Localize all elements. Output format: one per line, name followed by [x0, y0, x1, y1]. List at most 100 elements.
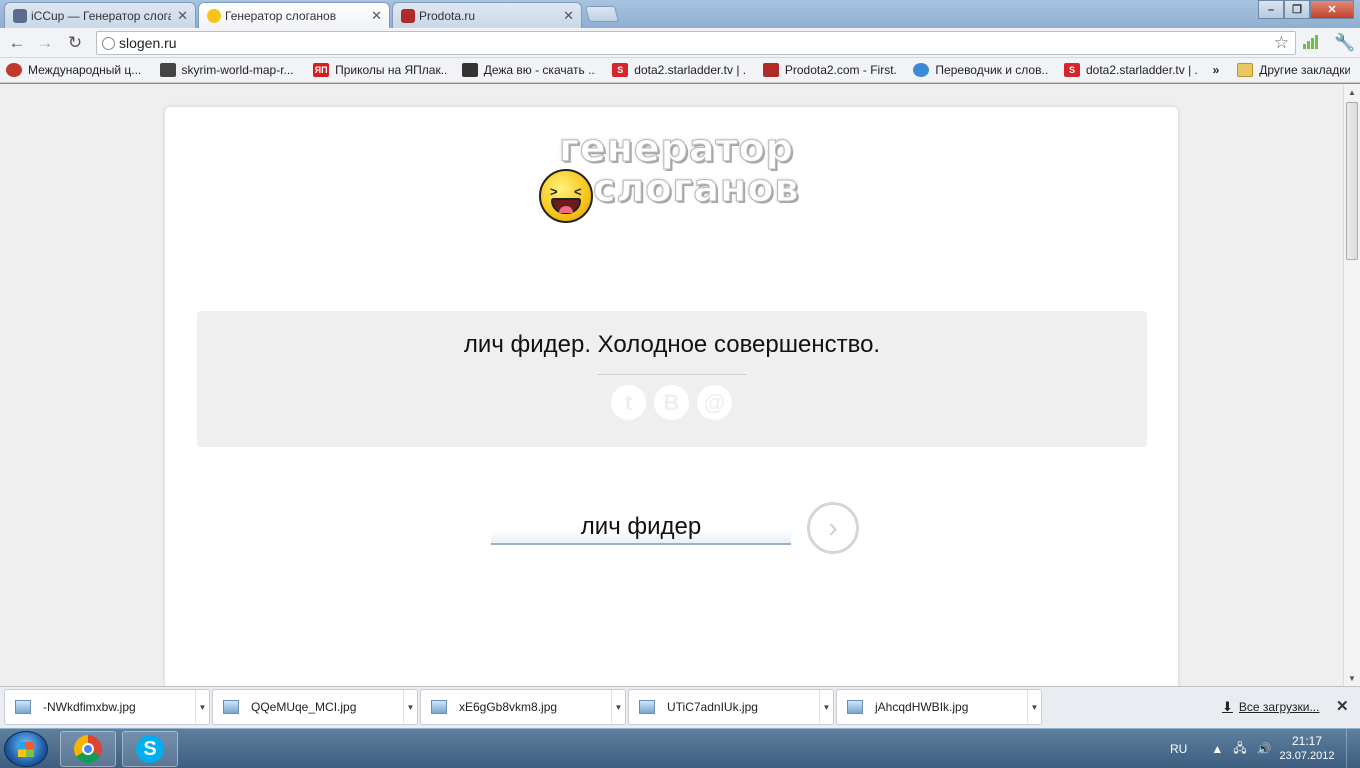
film-icon	[461, 63, 478, 77]
generate-button[interactable]: ›	[807, 502, 859, 554]
download-item[interactable]: -NWkdfimxbw.jpg ▼	[4, 689, 210, 725]
twitter-share-icon[interactable]: t	[611, 385, 646, 420]
iccup-icon	[13, 9, 27, 23]
signal-extension-icon[interactable]	[1303, 35, 1318, 49]
download-filename: UTiC7adnIUk.jpg	[667, 700, 758, 714]
tab-prodota[interactable]: Prodota.ru ✕	[392, 2, 582, 28]
close-window-button[interactable]: ✕	[1310, 0, 1354, 19]
address-url: slogen.ru	[119, 35, 177, 51]
close-shelf-icon[interactable]: ✕	[1336, 697, 1349, 715]
vkontakte-share-icon[interactable]: B	[654, 385, 689, 420]
tab-slogan-generator[interactable]: Генератор слоганов ✕	[198, 2, 390, 28]
volume-icon[interactable]: 🔊	[1257, 742, 1272, 756]
new-tab-button[interactable]	[584, 6, 620, 22]
folder-icon	[1237, 63, 1254, 77]
minimize-button[interactable]: –	[1258, 0, 1284, 19]
bookmark-item[interactable]: ЯП Приколы на ЯПлак...	[307, 63, 446, 77]
tab-iccup[interactable]: iCCup — Генератор слоганов ✕	[4, 2, 196, 28]
back-icon[interactable]: ←	[6, 32, 28, 54]
wrench-icon[interactable]: 🔧	[1334, 32, 1356, 54]
taskbar-chrome[interactable]	[60, 731, 116, 767]
mailru-share-icon[interactable]: @	[697, 385, 732, 420]
bookmark-item[interactable]: Международный ц...	[0, 63, 144, 77]
scrollbar-thumb[interactable]	[1346, 102, 1358, 260]
yap-icon: ЯП	[313, 63, 330, 77]
gamepad-icon	[159, 63, 176, 77]
opera-icon	[6, 63, 22, 77]
prodota-icon	[762, 63, 779, 77]
bookmark-star-icon[interactable]: ☆	[1274, 33, 1289, 53]
bookmark-item[interactable]: S dota2.starladder.tv | ...	[606, 63, 747, 77]
bookmark-item[interactable]: skyrim-world-map-r...	[154, 63, 298, 77]
bookmark-item[interactable]: Prodota2.com - First...	[757, 63, 898, 77]
divider	[597, 374, 747, 375]
bookmark-label: dota2.starladder.tv | ...	[634, 63, 747, 77]
bookmark-label: dota2.starladder.tv | ...	[1086, 63, 1199, 77]
laughing-smiley-icon: > <	[539, 169, 593, 223]
globe-icon	[102, 37, 115, 50]
language-indicator[interactable]: RU	[1170, 742, 1187, 756]
other-bookmarks-label: Другие закладки	[1259, 63, 1351, 77]
chevron-down-icon[interactable]: ▼	[611, 690, 625, 724]
bookmarks-overflow-chevron[interactable]: »	[1213, 63, 1220, 77]
download-filename: xE6gGb8vkm8.jpg	[459, 700, 558, 714]
bookmark-item[interactable]: Переводчик и слов...	[907, 63, 1048, 77]
image-file-icon	[847, 700, 863, 714]
bookmark-label: skyrim-world-map-r...	[181, 63, 294, 77]
chevron-down-icon[interactable]: ▼	[195, 690, 209, 724]
windows-taskbar: S RU ▲ 🖧 🔊 21:17 23.07.2012	[0, 728, 1360, 768]
bookmark-label: Приколы на ЯПлак...	[335, 63, 446, 77]
chevron-down-icon[interactable]: ▼	[819, 690, 833, 724]
page-viewport: генератор слоганов > < лич фидер. Холодн…	[0, 84, 1343, 686]
bookmarks-bar: Международный ц... skyrim-world-map-r...…	[0, 58, 1360, 83]
other-bookmarks[interactable]: Другие закладки	[1231, 63, 1350, 77]
tab-title: Генератор слоганов	[225, 8, 337, 23]
browser-toolbar: ← → ↻ slogen.ru ☆ 🔧	[0, 28, 1360, 58]
image-file-icon	[639, 700, 655, 714]
image-file-icon	[15, 700, 31, 714]
download-item[interactable]: xE6gGb8vkm8.jpg ▼	[420, 689, 626, 725]
maximize-button[interactable]: ❐	[1284, 0, 1310, 19]
start-button[interactable]	[4, 731, 48, 767]
download-item[interactable]: jAhcqdHWBIk.jpg ▼	[836, 689, 1042, 725]
close-tab-icon[interactable]: ✕	[371, 8, 382, 24]
bookmark-item[interactable]: Дежа вю - скачать ...	[456, 63, 597, 77]
network-icon[interactable]: 🖧	[1233, 739, 1246, 760]
bookmark-item[interactable]: S dota2.starladder.tv | ...	[1058, 63, 1199, 77]
close-tab-icon[interactable]: ✕	[563, 8, 574, 24]
chevron-down-icon[interactable]: ▼	[1027, 690, 1041, 724]
all-downloads-label: Все загрузки...	[1238, 700, 1320, 714]
download-filename: QQeMUqe_MCI.jpg	[251, 700, 357, 714]
starladder-icon: S	[1064, 63, 1080, 77]
scroll-down-icon[interactable]: ▼	[1344, 670, 1360, 686]
all-downloads-link[interactable]: ⬇ Все загрузки...	[1222, 699, 1319, 715]
scroll-up-icon[interactable]: ▲	[1344, 84, 1360, 100]
download-item[interactable]: UTiC7adnIUk.jpg ▼	[628, 689, 834, 725]
bookmark-label: Дежа вю - скачать ...	[483, 63, 597, 77]
reload-icon[interactable]: ↻	[64, 32, 86, 54]
chrome-icon	[74, 735, 102, 763]
laughing-smiley-icon	[207, 9, 221, 23]
translate-icon	[913, 63, 930, 77]
download-filename: -NWkdfimxbw.jpg	[43, 700, 136, 714]
bookmark-label: Переводчик и слов...	[935, 63, 1048, 77]
tray-expand-icon[interactable]: ▲	[1211, 742, 1223, 756]
prodota-icon	[401, 9, 415, 23]
site-logo[interactable]: генератор слоганов > <	[537, 129, 827, 229]
content-card: генератор слоганов > < лич фидер. Холодн…	[164, 106, 1179, 686]
download-shelf: -NWkdfimxbw.jpg ▼ QQeMUqe_MCI.jpg ▼ xE6g…	[0, 686, 1360, 728]
download-item[interactable]: QQeMUqe_MCI.jpg ▼	[212, 689, 418, 725]
close-tab-icon[interactable]: ✕	[177, 8, 188, 24]
bookmark-label: Prodota2.com - First...	[784, 63, 898, 77]
show-desktop-button[interactable]	[1346, 729, 1360, 768]
logo-text-bottom: слоганов	[592, 166, 800, 210]
taskbar-clock[interactable]: 21:17 23.07.2012	[1276, 734, 1338, 764]
chevron-down-icon[interactable]: ▼	[403, 690, 417, 724]
name-input[interactable]	[491, 511, 791, 545]
taskbar-skype[interactable]: S	[122, 731, 178, 767]
forward-icon[interactable]: →	[34, 32, 56, 54]
title-bar: iCCup — Генератор слоганов ✕ Генератор с…	[0, 0, 1360, 28]
vertical-scrollbar[interactable]: ▲ ▼	[1343, 84, 1360, 686]
image-file-icon	[223, 700, 239, 714]
address-bar[interactable]: slogen.ru ☆	[96, 31, 1296, 55]
